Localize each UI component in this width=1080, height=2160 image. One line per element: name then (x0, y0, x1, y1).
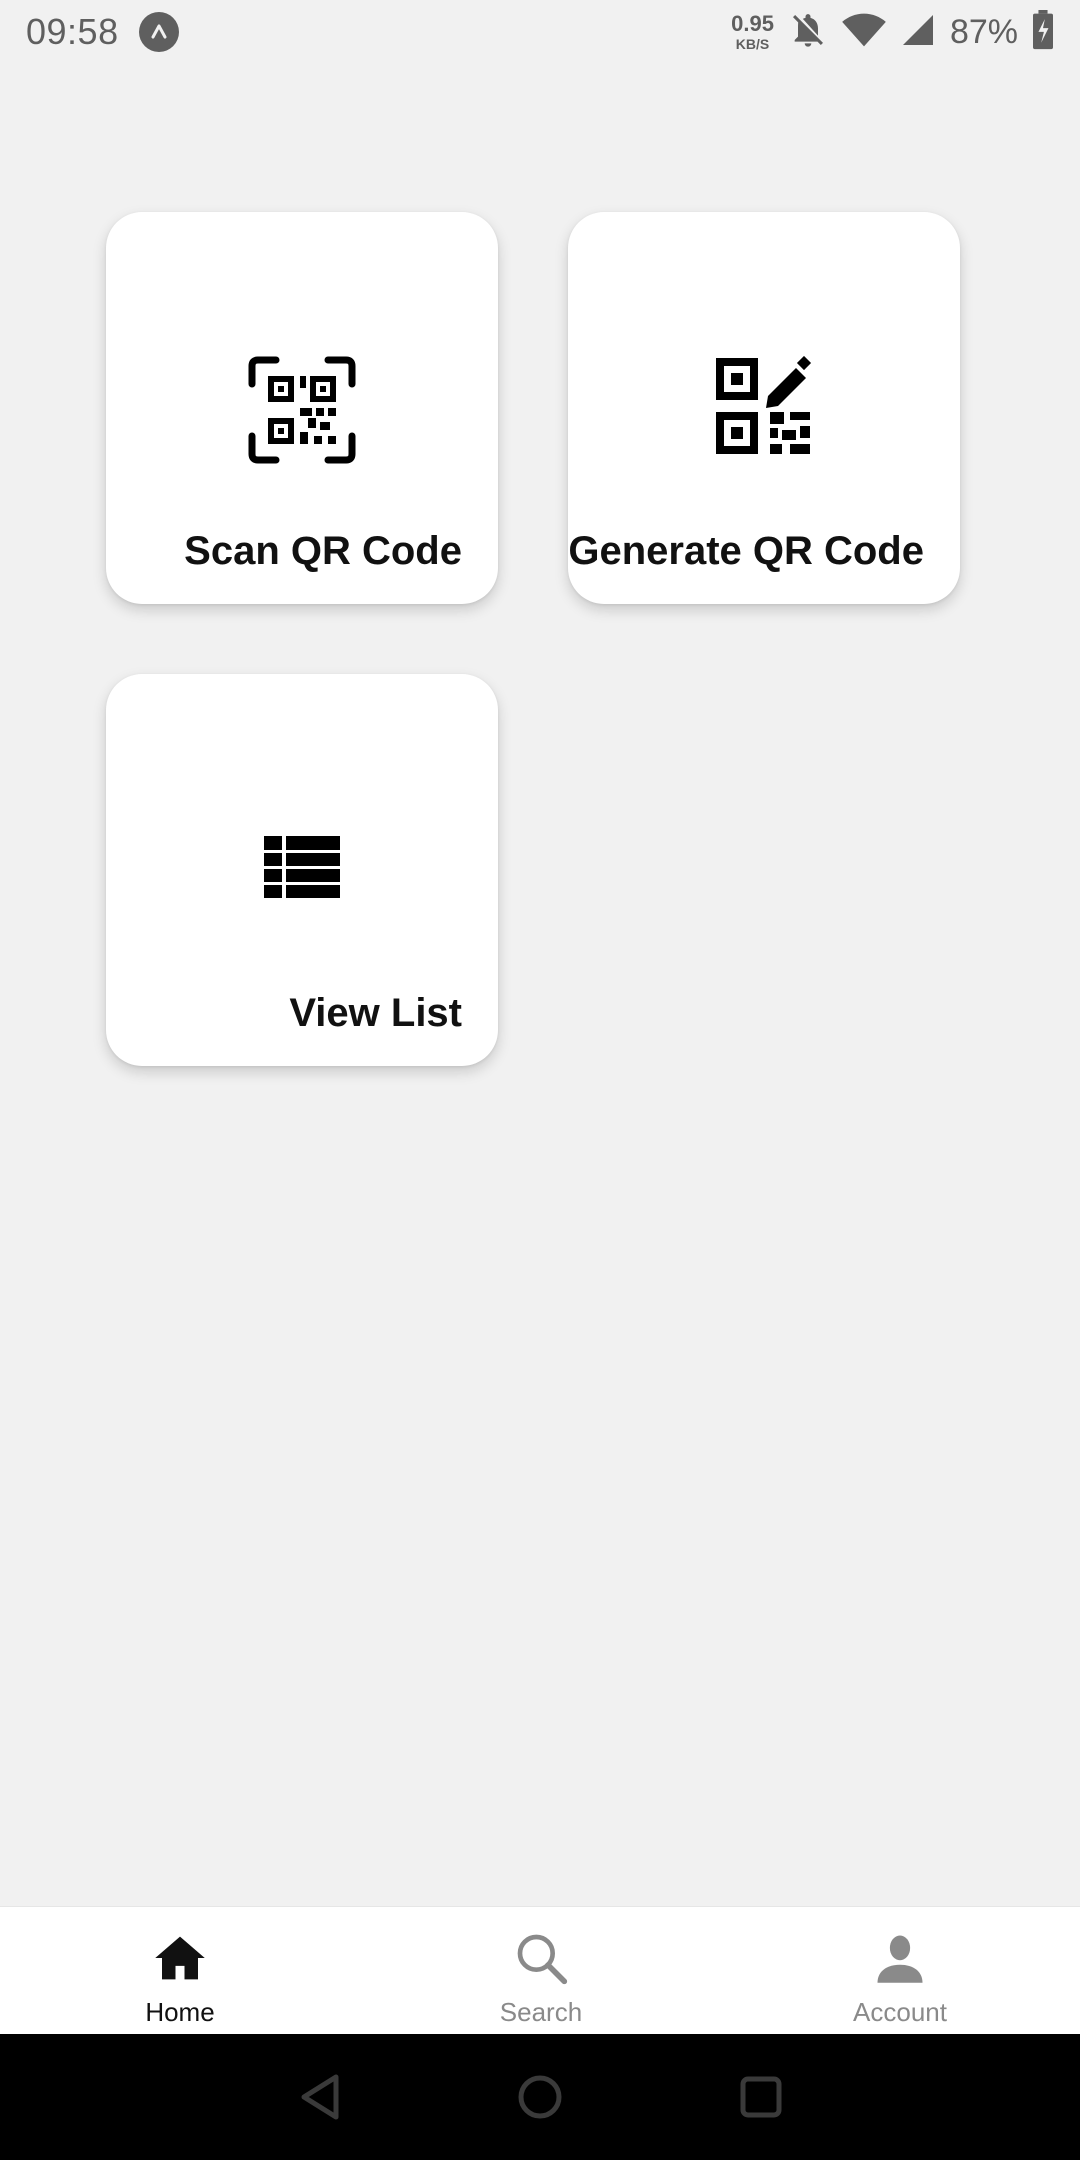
home-circle-icon[interactable] (510, 2067, 570, 2127)
nav-search[interactable]: Search (441, 1907, 641, 2035)
view-list-label: View List (289, 991, 462, 1035)
network-speed-value: 0.95 (731, 11, 774, 36)
generate-qr-code-tile[interactable]: Generate QR Code (568, 212, 960, 604)
wifi-icon (842, 10, 886, 55)
nav-search-label: Search (499, 1997, 583, 2027)
system-navigation-bar (0, 2034, 1080, 2160)
list-icon (264, 836, 340, 903)
search-icon (513, 1925, 569, 1991)
qr-scan-icon (248, 356, 356, 469)
home-icon (153, 1925, 207, 1991)
status-icons: 0.95 KB/S 87% (731, 9, 1054, 55)
scan-qr-code-label: Scan QR Code (184, 529, 462, 573)
screen: 09:58 0.95 KB/S 87% Scan QR Code Generat… (0, 0, 1080, 2160)
bottom-navigation: Home Search Account (0, 1906, 1080, 2034)
account-icon (873, 1925, 927, 1991)
nav-account[interactable]: Account (800, 1907, 1000, 2035)
qr-edit-icon (714, 355, 814, 461)
network-speed: 0.95 KB/S (731, 11, 774, 52)
status-time: 09:58 (26, 11, 119, 52)
bell-off-icon (788, 10, 828, 55)
nav-home[interactable]: Home (80, 1907, 280, 2035)
app-notification-icon (138, 12, 179, 52)
recents-icon[interactable] (731, 2067, 791, 2127)
scan-qr-code-tile[interactable]: Scan QR Code (106, 212, 498, 604)
view-list-tile[interactable]: View List (106, 674, 498, 1066)
battery-icon (1032, 9, 1054, 55)
generate-qr-code-label: Generate QR Code (568, 529, 924, 573)
nav-account-label: Account (853, 1997, 947, 2027)
nav-home-label: Home (145, 1997, 215, 2027)
battery-percent: 87% (949, 12, 1018, 51)
back-icon[interactable] (290, 2067, 350, 2127)
network-speed-unit: KB/S (735, 36, 770, 52)
status-bar: 09:58 0.95 KB/S 87% (0, 0, 1080, 64)
cell-signal-icon (900, 12, 936, 53)
